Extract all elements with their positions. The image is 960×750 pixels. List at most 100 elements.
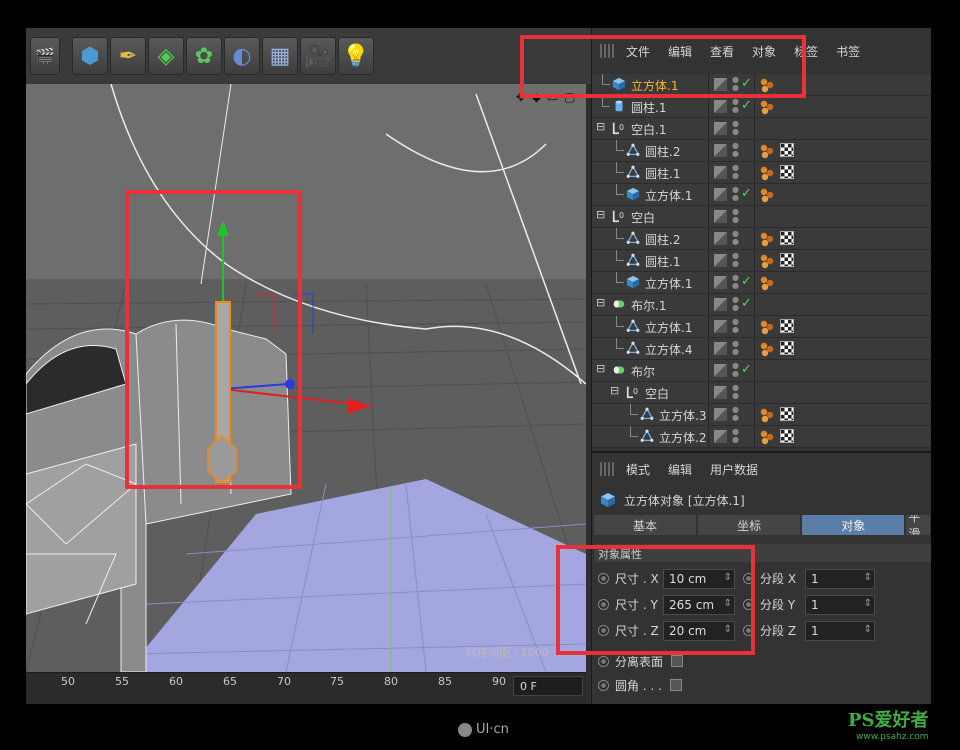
material-tag-icon[interactable] bbox=[759, 99, 775, 115]
material-tag-icon[interactable] bbox=[759, 407, 775, 423]
animate-radio[interactable] bbox=[598, 655, 609, 667]
menu-bookmark[interactable]: 书签 bbox=[836, 43, 860, 60]
enabled-check-icon[interactable]: ✓ bbox=[741, 186, 752, 201]
object-row[interactable]: 圆柱.2 ● ● bbox=[592, 228, 931, 250]
object-name[interactable]: 立方体.1 bbox=[645, 187, 692, 204]
layer-icon[interactable] bbox=[714, 342, 727, 355]
material-tag-icon[interactable] bbox=[759, 341, 775, 357]
segments-x-input[interactable]: 1 bbox=[805, 569, 875, 589]
object-row[interactable]: ⊟ 0 空白 ● ● bbox=[592, 206, 931, 228]
cloner-icon[interactable]: ✿ bbox=[186, 37, 222, 75]
layer-icon[interactable] bbox=[714, 298, 727, 311]
layer-icon[interactable] bbox=[714, 254, 727, 267]
layer-icon[interactable] bbox=[714, 166, 727, 179]
visibility-dots-icon[interactable]: ● ● bbox=[732, 340, 739, 356]
layer-icon[interactable] bbox=[714, 188, 727, 201]
fillet-checkbox[interactable] bbox=[669, 679, 682, 691]
object-name[interactable]: 空白.1 bbox=[631, 121, 666, 138]
visibility-dots-icon[interactable]: ● ● bbox=[732, 252, 739, 268]
visibility-dots-icon[interactable]: ● ● bbox=[732, 318, 739, 334]
panel-grip-icon[interactable] bbox=[600, 462, 614, 476]
visibility-dots-icon[interactable]: ● ● bbox=[732, 230, 739, 246]
visibility-dots-icon[interactable]: ● ● bbox=[732, 274, 739, 290]
visibility-dots-icon[interactable]: ● ● bbox=[732, 120, 739, 136]
object-name[interactable]: 圆柱.2 bbox=[645, 231, 680, 248]
visibility-dots-icon[interactable]: ● ● bbox=[732, 428, 739, 444]
object-row[interactable]: 立方体.1 ● ● ✓ bbox=[592, 184, 931, 206]
material-tag-icon[interactable] bbox=[759, 275, 775, 291]
light-icon[interactable]: 💡 bbox=[338, 37, 374, 75]
visibility-dots-icon[interactable]: ● ● bbox=[732, 186, 739, 202]
expand-toggle-icon[interactable]: ⊟ bbox=[596, 120, 605, 133]
visibility-dots-icon[interactable]: ● ● bbox=[732, 164, 739, 180]
object-row[interactable]: 立方体.3 ● ● bbox=[592, 404, 931, 426]
object-row[interactable]: 立方体.2 ● ● bbox=[592, 426, 931, 448]
3d-viewport[interactable]: ✥ ◆ ▭ ▢ 网格间距 : 1000 bbox=[26, 84, 586, 672]
visibility-dots-icon[interactable]: ● ● bbox=[732, 142, 739, 158]
layer-icon[interactable] bbox=[714, 210, 727, 223]
texture-tag-icon[interactable] bbox=[780, 429, 794, 443]
layer-icon[interactable] bbox=[714, 364, 727, 377]
menu-edit[interactable]: 编辑 bbox=[668, 461, 692, 478]
camera-icon[interactable]: 🎥 bbox=[300, 37, 336, 75]
layer-icon[interactable] bbox=[714, 100, 727, 113]
material-tag-icon[interactable] bbox=[759, 143, 775, 159]
visibility-dots-icon[interactable]: ● ● bbox=[732, 296, 739, 312]
object-row[interactable]: ⊟ 0 空白 ● ● bbox=[592, 382, 931, 404]
texture-tag-icon[interactable] bbox=[780, 165, 794, 179]
deformer-icon[interactable]: ◐ bbox=[224, 37, 260, 75]
visibility-dots-icon[interactable]: ● ● bbox=[732, 208, 739, 224]
object-row[interactable]: 立方体.1 ● ● ✓ bbox=[592, 272, 931, 294]
layer-icon[interactable] bbox=[714, 320, 727, 333]
object-name[interactable]: 布尔 bbox=[631, 363, 655, 380]
object-row[interactable]: ⊟ 0 空白.1 ● ● bbox=[592, 118, 931, 140]
expand-toggle-icon[interactable]: ⊟ bbox=[596, 296, 605, 309]
material-tag-icon[interactable] bbox=[759, 319, 775, 335]
menu-mode[interactable]: 模式 bbox=[626, 461, 650, 478]
object-row[interactable]: ⊟ 布尔 ● ● ✓ bbox=[592, 360, 931, 382]
object-name[interactable]: 布尔.1 bbox=[631, 297, 666, 314]
object-name[interactable]: 空白 bbox=[631, 209, 655, 226]
object-name[interactable]: 立方体.2 bbox=[659, 429, 706, 446]
layer-icon[interactable] bbox=[714, 144, 727, 157]
tab-object[interactable]: 对象 bbox=[802, 515, 905, 535]
cube-primitive-icon[interactable]: ⬢ bbox=[72, 37, 108, 75]
tab-basic[interactable]: 基本 bbox=[594, 515, 697, 535]
object-name[interactable]: 立方体.1 bbox=[645, 319, 692, 336]
enabled-check-icon[interactable]: ✓ bbox=[741, 274, 752, 289]
floor-icon[interactable]: ▦ bbox=[262, 37, 298, 75]
texture-tag-icon[interactable] bbox=[780, 143, 794, 157]
object-name[interactable]: 圆柱.1 bbox=[645, 165, 680, 182]
enabled-check-icon[interactable]: ✓ bbox=[741, 362, 752, 377]
material-tag-icon[interactable] bbox=[759, 253, 775, 269]
enabled-check-icon[interactable]: ✓ bbox=[741, 98, 752, 113]
material-tag-icon[interactable] bbox=[759, 231, 775, 247]
render-settings-icon[interactable]: 🎬 bbox=[30, 37, 60, 75]
menu-user-data[interactable]: 用户数据 bbox=[710, 461, 758, 478]
object-name[interactable]: 立方体.1 bbox=[645, 275, 692, 292]
texture-tag-icon[interactable] bbox=[780, 407, 794, 421]
object-row[interactable]: 立方体.1 ● ● bbox=[592, 316, 931, 338]
layer-icon[interactable] bbox=[714, 430, 727, 443]
visibility-dots-icon[interactable]: ● ● bbox=[732, 384, 739, 400]
current-frame-field[interactable]: 0 F bbox=[513, 676, 583, 696]
expand-toggle-icon[interactable]: ⊟ bbox=[610, 384, 619, 397]
visibility-dots-icon[interactable]: ● ● bbox=[732, 406, 739, 422]
texture-tag-icon[interactable] bbox=[780, 253, 794, 267]
expand-toggle-icon[interactable]: ⊟ bbox=[596, 362, 605, 375]
material-tag-icon[interactable] bbox=[759, 187, 775, 203]
texture-tag-icon[interactable] bbox=[780, 319, 794, 333]
segments-z-input[interactable]: 1 bbox=[805, 621, 875, 641]
object-row[interactable]: 圆柱.1 ● ● bbox=[592, 162, 931, 184]
object-row[interactable]: 立方体.4 ● ● bbox=[592, 338, 931, 360]
object-row[interactable]: ⊟ 布尔.1 ● ● ✓ bbox=[592, 294, 931, 316]
segments-y-input[interactable]: 1 bbox=[805, 595, 875, 615]
object-name[interactable]: 圆柱.2 bbox=[645, 143, 680, 160]
layer-icon[interactable] bbox=[714, 276, 727, 289]
material-tag-icon[interactable] bbox=[759, 165, 775, 181]
texture-tag-icon[interactable] bbox=[780, 231, 794, 245]
enabled-check-icon[interactable]: ✓ bbox=[741, 296, 752, 311]
material-tag-icon[interactable] bbox=[759, 429, 775, 445]
object-name[interactable]: 空白 bbox=[645, 385, 669, 402]
object-row[interactable]: 圆柱.1 ● ● ✓ bbox=[592, 96, 931, 118]
